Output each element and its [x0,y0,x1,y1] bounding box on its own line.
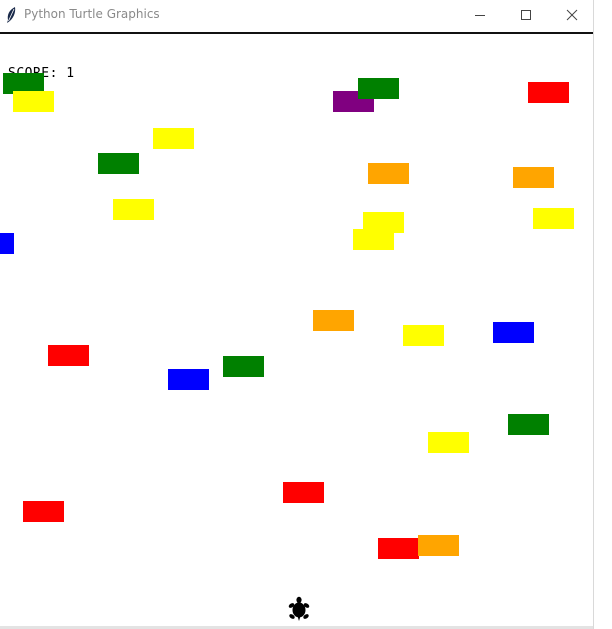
brick-yellow [353,229,394,250]
close-icon [566,9,578,21]
close-button[interactable] [549,0,595,30]
brick-yellow [403,325,444,346]
brick-yellow [113,199,154,220]
brick-orange [418,535,459,556]
turtle-window: Python Turtle Graphics SCORE: 1 [0,0,594,629]
brick-yellow [13,91,54,112]
brick-orange [313,310,354,331]
brick-yellow [428,432,469,453]
brick-yellow [533,208,574,229]
brick-red [528,82,569,103]
maximize-icon [521,10,531,20]
title-bar[interactable]: Python Turtle Graphics [0,0,593,31]
game-canvas[interactable]: SCORE: 1 [0,34,592,626]
brick-orange [368,163,409,184]
brick-green [223,356,264,377]
brick-red [378,538,419,559]
brick-yellow [153,128,194,149]
minimize-icon [475,15,485,16]
brick-blue [168,369,209,390]
minimize-button[interactable] [457,0,503,30]
brick-orange [513,167,554,188]
brick-red [23,501,64,522]
brick-green [98,153,139,174]
brick-blue [0,233,14,254]
brick-green [508,414,549,435]
brick-red [283,482,324,503]
brick-blue [493,322,534,343]
feather-icon [7,7,16,23]
turtle-player[interactable] [288,596,310,622]
window-title: Python Turtle Graphics [24,7,160,21]
brick-red [48,345,89,366]
brick-green [358,78,399,99]
maximize-button[interactable] [503,0,549,30]
